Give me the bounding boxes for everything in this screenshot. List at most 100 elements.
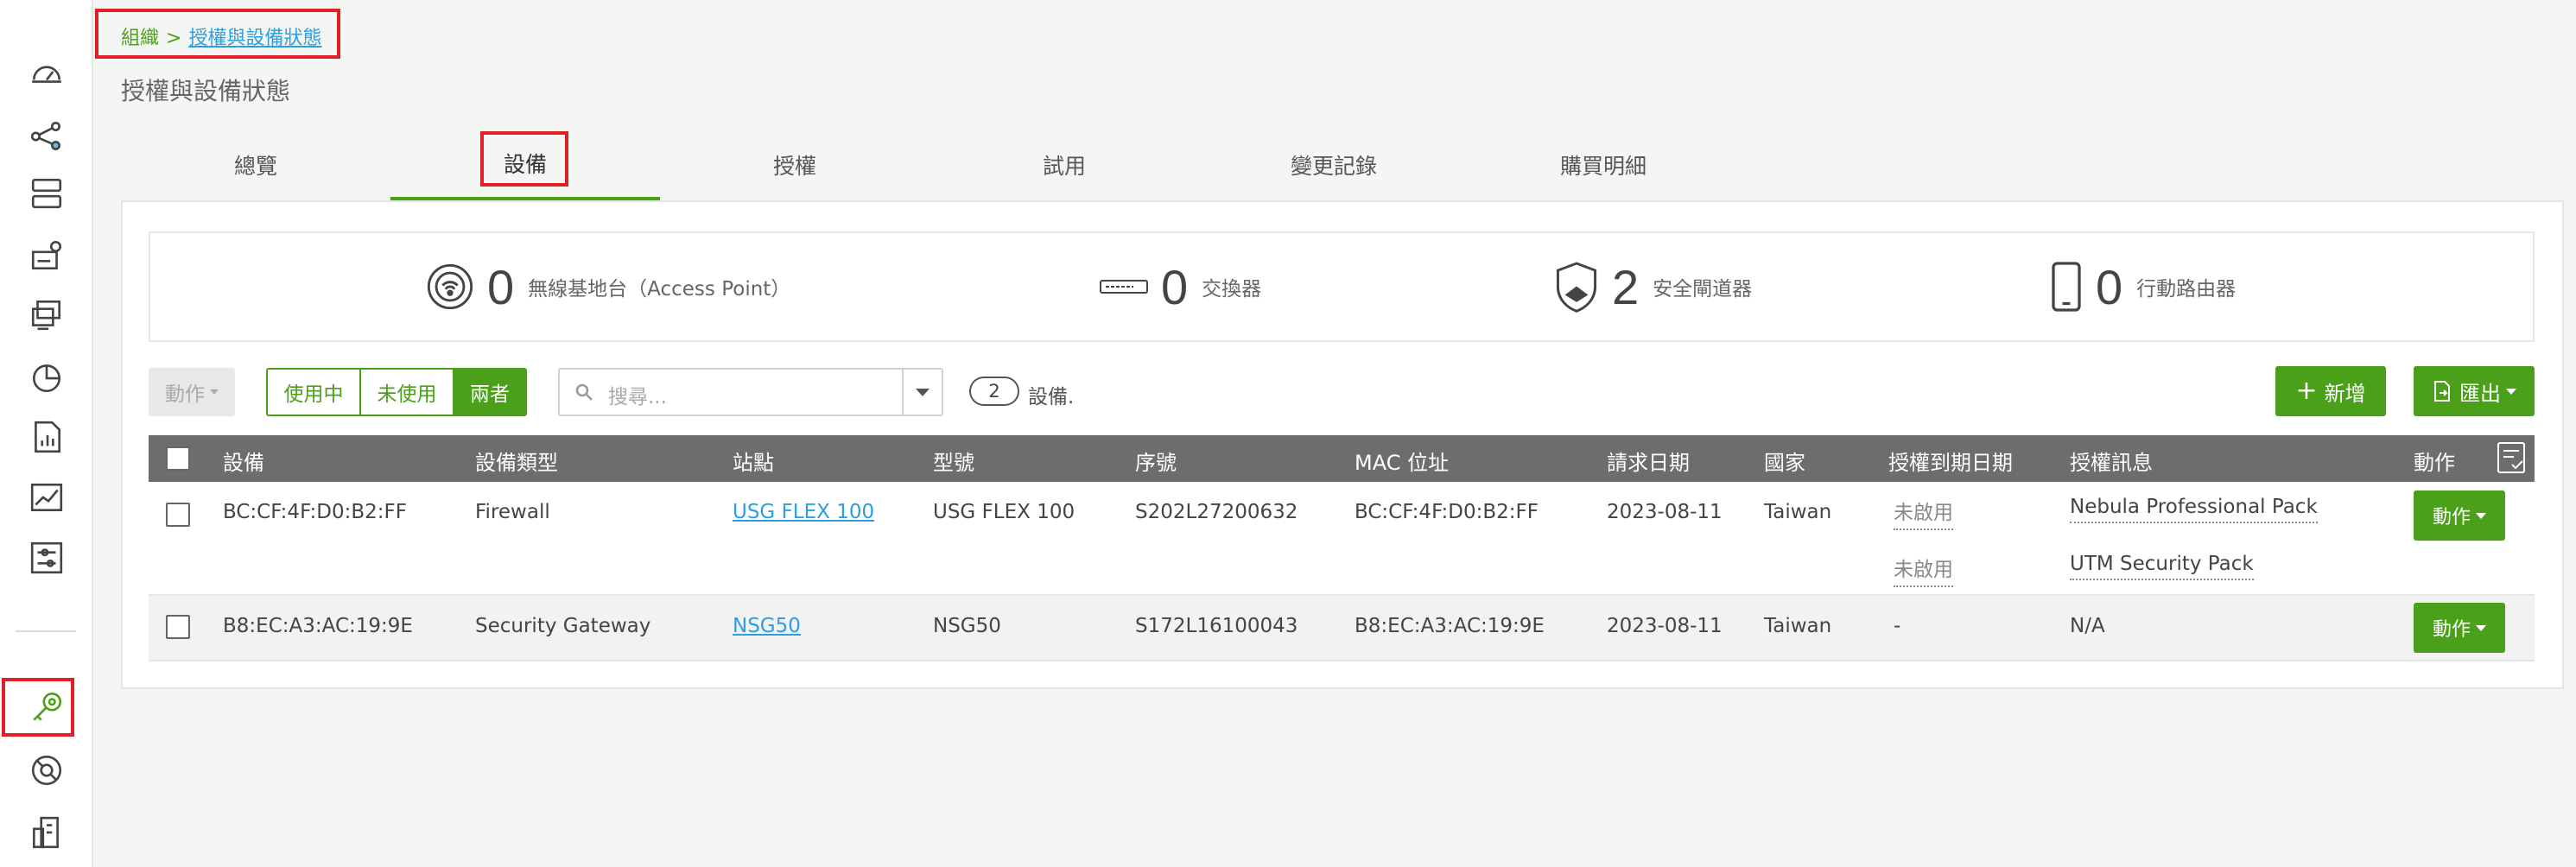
devices-panel: 0 無線基地台（Access Point） 0 交換器 2 安全閘道器 0 行動… — [121, 200, 2564, 689]
tab-trial[interactable]: 試用 — [930, 130, 1199, 200]
cell-expiry[interactable]: 未啟用 — [1894, 553, 1953, 587]
summary-count: 0 — [2096, 259, 2123, 314]
cell-date: 2023-08-11 — [1607, 501, 1723, 523]
cell-type: Firewall — [475, 501, 550, 523]
cell-country: Taiwan — [1764, 615, 1832, 637]
sidebar-divider — [16, 630, 76, 632]
search-icon — [575, 383, 593, 401]
col-serial[interactable]: 序號 — [1135, 446, 1177, 476]
cell-serial: S202L27200632 — [1135, 501, 1298, 523]
server-icon[interactable] — [24, 171, 69, 216]
settings-sliders-icon[interactable] — [24, 535, 69, 580]
chevron-down-icon — [2506, 388, 2516, 395]
summary-label: 無線基地台（Access Point） — [528, 278, 791, 301]
chevron-down-icon — [916, 388, 930, 396]
summary-access-point: 0 無線基地台（Access Point） — [425, 233, 790, 340]
row-action-label: 動作 — [2432, 619, 2471, 641]
cell-country: Taiwan — [1764, 501, 1832, 523]
cell-site-link[interactable]: USG FLEX 100 — [733, 501, 874, 523]
table-row[interactable]: B8:EC:A3:AC:19:9E Security Gateway NSG50… — [149, 596, 2535, 661]
row-action-button[interactable]: 動作 — [2414, 603, 2505, 653]
col-model[interactable]: 型號 — [933, 446, 974, 476]
tab-licenses[interactable]: 授權 — [660, 130, 930, 200]
summary-switch: 0 交換器 — [1099, 233, 1261, 340]
topology-icon[interactable] — [24, 114, 69, 159]
table-row[interactable]: BC:CF:4F:D0:B2:FF Firewall USG FLEX 100 … — [149, 482, 2535, 596]
pie-chart-icon[interactable] — [24, 354, 69, 399]
device-monitor-icon[interactable] — [24, 292, 69, 337]
row-checkbox[interactable] — [166, 615, 190, 639]
table-header: 設備 設備類型 站點 型號 序號 MAC 位址 請求日期 國家 授權到期日期 授… — [149, 435, 2535, 482]
cell-license[interactable]: Nebula Professional Pack — [2070, 496, 2318, 523]
page-title: 授權與設備狀態 — [121, 77, 291, 105]
cell-device: B8:EC:A3:AC:19:9E — [223, 615, 413, 637]
chevron-down-icon — [210, 389, 219, 395]
line-chart-icon[interactable] — [24, 475, 69, 520]
row-action-label: 動作 — [2432, 507, 2471, 528]
search-dropdown-toggle[interactable] — [902, 370, 942, 415]
col-license-info[interactable]: 授權訊息 — [2070, 446, 2153, 476]
cell-license[interactable]: UTM Security Pack — [2070, 553, 2254, 580]
site-location-icon[interactable] — [24, 233, 69, 278]
cell-device: BC:CF:4F:D0:B2:FF — [223, 501, 407, 523]
col-country[interactable]: 國家 — [1764, 446, 1805, 476]
export-button-label: 匯出 — [2459, 381, 2501, 406]
select-all-checkbox[interactable] — [166, 446, 190, 471]
cell-model: NSG50 — [933, 615, 1001, 637]
filter-unused[interactable]: 未使用 — [361, 370, 454, 415]
tab-purchase-details[interactable]: 購買明細 — [1469, 130, 1738, 200]
summary-count: 0 — [1161, 259, 1189, 314]
col-site[interactable]: 站點 — [733, 446, 774, 476]
summary-label: 安全閘道器 — [1653, 278, 1753, 301]
bulk-action-button[interactable]: 動作 — [149, 368, 235, 416]
cell-mac: BC:CF:4F:D0:B2:FF — [1355, 501, 1539, 523]
column-settings-icon[interactable] — [2495, 440, 2529, 477]
filter-in-use[interactable]: 使用中 — [268, 370, 361, 415]
summary-label: 交換器 — [1202, 278, 1262, 301]
chevron-down-icon — [2476, 512, 2486, 519]
dashboard-icon[interactable] — [24, 50, 69, 95]
cell-model: USG FLEX 100 — [933, 501, 1075, 523]
device-count-badge: 2 — [969, 377, 1019, 406]
switch-icon — [1100, 280, 1148, 294]
help-support-icon[interactable] — [24, 748, 69, 793]
sidebar — [0, 0, 93, 867]
plus-icon: + — [2295, 376, 2318, 406]
col-device-type[interactable]: 設備類型 — [475, 446, 558, 476]
chevron-down-icon — [2476, 624, 2486, 631]
mobile-router-icon — [2052, 262, 2081, 312]
breadcrumb-highlight — [95, 9, 340, 59]
summary-mobile-router: 0 行動路由器 — [2049, 233, 2236, 340]
cell-site-link[interactable]: NSG50 — [733, 615, 801, 637]
export-button[interactable]: 匯出 — [2414, 366, 2535, 416]
device-summary: 0 無線基地台（Access Point） 0 交換器 2 安全閘道器 0 行動… — [149, 231, 2535, 342]
cell-license: N/A — [2070, 615, 2105, 637]
device-count-label: 設備. — [1028, 386, 1075, 408]
col-license-expiry[interactable]: 授權到期日期 — [1888, 446, 2013, 476]
tab-overview[interactable]: 總覽 — [121, 130, 390, 200]
row-action-button[interactable]: 動作 — [2414, 490, 2505, 541]
col-device[interactable]: 設備 — [223, 446, 264, 476]
cell-date: 2023-08-11 — [1607, 615, 1723, 637]
organization-building-icon[interactable] — [24, 810, 69, 855]
add-button[interactable]: + 新增 — [2275, 366, 2386, 416]
tab-change-log[interactable]: 變更記錄 — [1199, 130, 1469, 200]
row-checkbox[interactable] — [166, 503, 190, 527]
report-icon[interactable] — [24, 415, 69, 459]
cell-serial: S172L16100043 — [1135, 615, 1298, 637]
cell-mac: B8:EC:A3:AC:19:9E — [1355, 615, 1545, 637]
filter-both[interactable]: 兩者 — [454, 370, 525, 415]
toolbar: 動作 使用中 未使用 兩者 搜尋... 2 設備. + 新增 匯出 — [149, 366, 2535, 416]
search-box[interactable]: 搜尋... — [558, 368, 943, 416]
col-mac[interactable]: MAC 位址 — [1355, 446, 1449, 476]
col-request-date[interactable]: 請求日期 — [1607, 446, 1690, 476]
summary-label: 行動路由器 — [2136, 278, 2237, 301]
search-placeholder: 搜尋... — [608, 386, 667, 408]
export-file-icon — [2434, 381, 2450, 402]
status-filter: 使用中 未使用 兩者 — [266, 368, 527, 416]
summary-count: 2 — [1612, 259, 1640, 314]
tab-highlight — [480, 131, 568, 187]
summary-security-gateway: 2 安全閘道器 — [1553, 233, 1752, 340]
col-action: 動作 — [2414, 451, 2455, 475]
cell-expiry[interactable]: 未啟用 — [1894, 496, 1953, 530]
